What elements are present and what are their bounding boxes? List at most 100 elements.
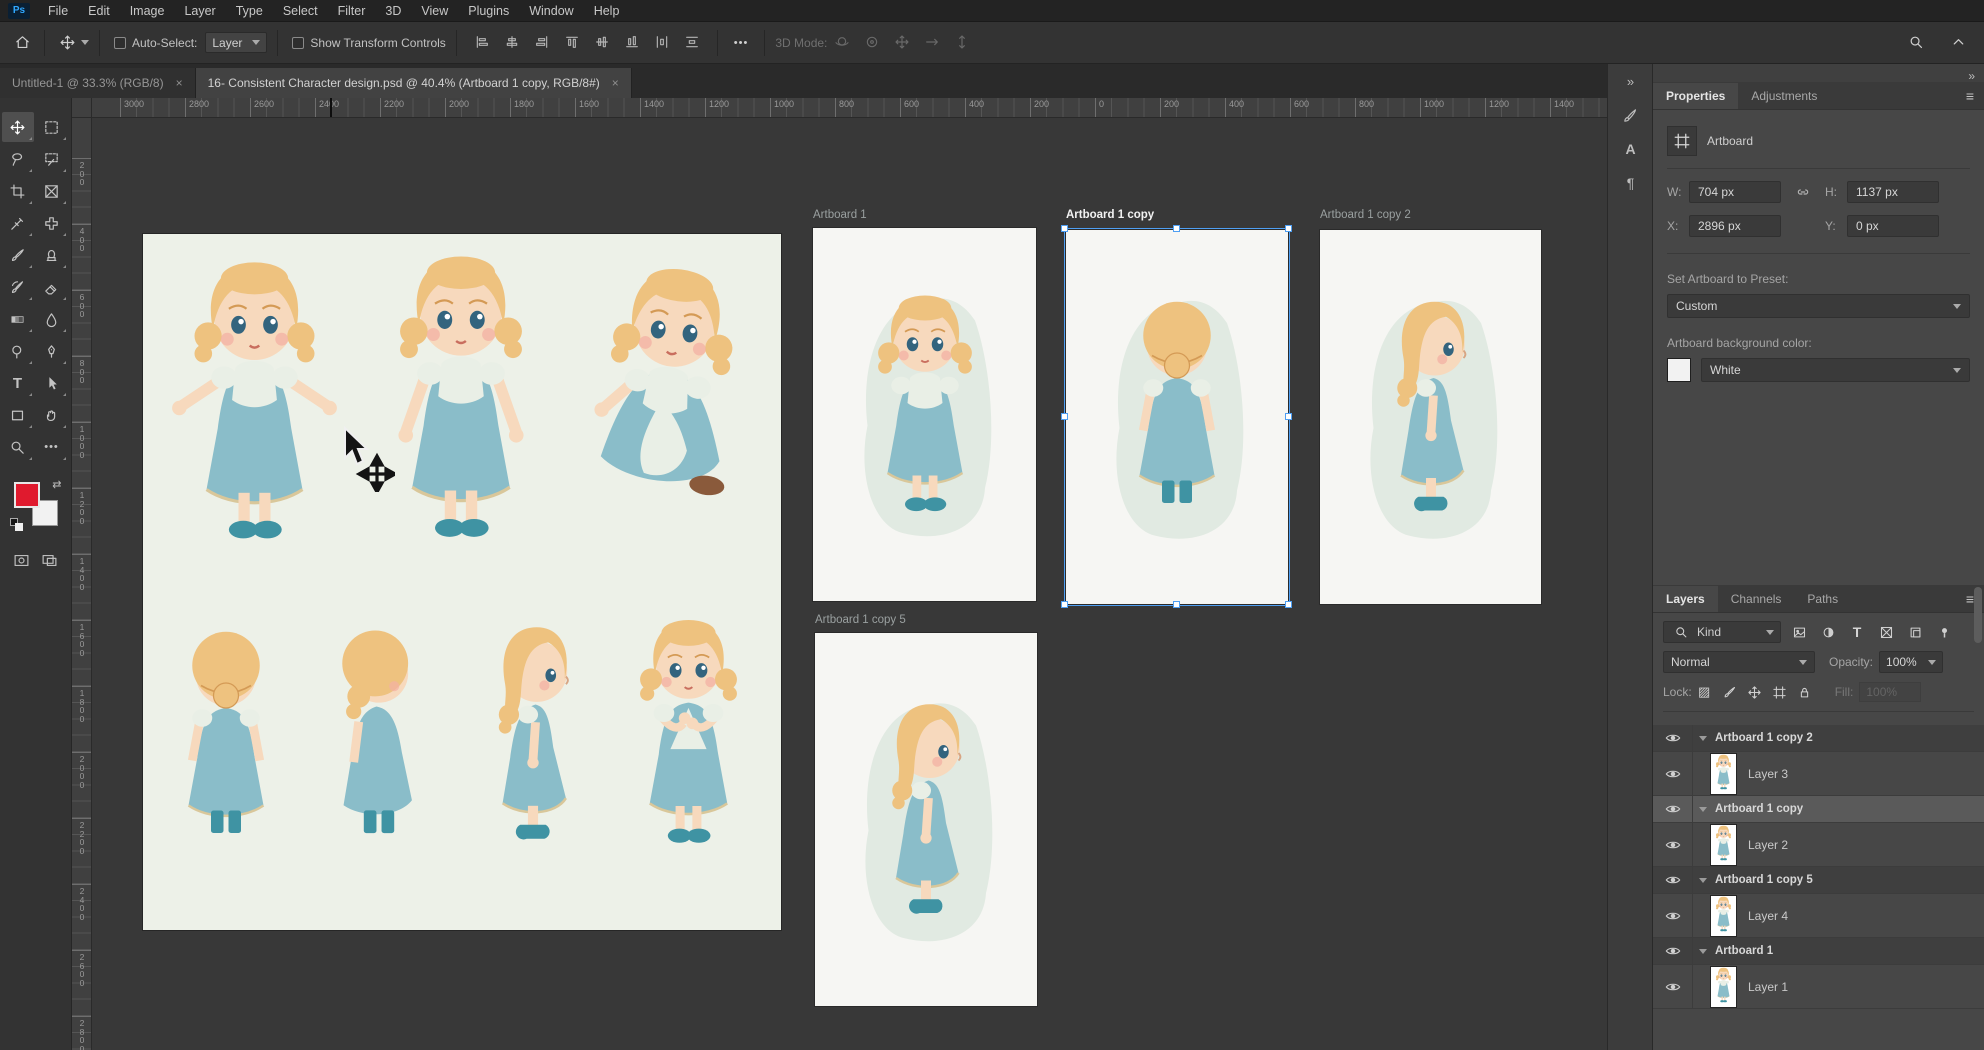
panel-menu-icon[interactable]: ≡ (1966, 88, 1974, 104)
menu-view[interactable]: View (411, 4, 458, 18)
lock-paint-icon[interactable] (1717, 681, 1742, 703)
paragraph-panel-icon[interactable]: ¶ (1608, 166, 1653, 200)
pen-tool[interactable] (36, 336, 68, 366)
swap-colors-icon[interactable]: ⇄ (52, 478, 61, 491)
artboard-group-row[interactable]: Artboard 1 copy (1653, 796, 1984, 823)
chevron-down-icon[interactable] (1699, 736, 1707, 741)
menu-filter[interactable]: Filter (328, 4, 376, 18)
filter-type-layers-icon[interactable]: T (1846, 621, 1868, 643)
history-brush-tool[interactable] (2, 272, 34, 302)
close-tab-icon[interactable]: × (176, 76, 183, 90)
crop-tool[interactable] (2, 176, 34, 206)
healing-brush-tool[interactable] (36, 208, 68, 238)
character-panel-icon[interactable]: A (1608, 132, 1653, 166)
chevron-down-icon[interactable] (1699, 807, 1707, 812)
chevron-down-icon[interactable] (1699, 949, 1707, 954)
gradient-tool[interactable] (2, 304, 34, 334)
artboard-name-label[interactable]: Artboard 1 copy 5 (815, 614, 906, 626)
chevron-up-icon[interactable] (1946, 31, 1970, 55)
screen-mode-icon[interactable] (41, 552, 58, 569)
artboard-name-label[interactable]: Artboard 1 copy 2 (1320, 209, 1411, 221)
distribute-v-icon[interactable] (679, 30, 705, 54)
menu-3d[interactable]: 3D (375, 4, 411, 18)
lock-artboard-icon[interactable] (1767, 681, 1792, 703)
align-right-icon[interactable] (529, 30, 555, 54)
artboard-bg-swatch[interactable] (1667, 358, 1691, 382)
visibility-eye-icon[interactable] (1653, 725, 1693, 751)
opacity-field[interactable]: 100% (1879, 651, 1943, 673)
layer-name[interactable]: Layer 2 (1748, 838, 1788, 852)
artboard[interactable] (813, 228, 1036, 601)
align-middle-icon[interactable] (589, 30, 615, 54)
panel-menu-icon[interactable]: ≡ (1966, 591, 1974, 607)
properties-tab-adjustments[interactable]: Adjustments (1738, 83, 1830, 109)
show-transform-checkbox[interactable] (292, 37, 304, 49)
x-field[interactable]: 2896 px (1689, 215, 1781, 237)
lock-all-icon[interactable] (1792, 681, 1817, 703)
align-bottom-icon[interactable] (619, 30, 645, 54)
artboard-group-row[interactable]: Artboard 1 copy 5 (1653, 867, 1984, 894)
reference-image[interactable] (143, 234, 781, 930)
menu-type[interactable]: Type (226, 4, 273, 18)
visibility-eye-icon[interactable] (1653, 796, 1693, 822)
brush-tool[interactable] (2, 240, 34, 270)
lock-transparent-icon[interactable]: ▨ (1692, 681, 1717, 703)
auto-select-checkbox[interactable] (114, 37, 126, 49)
marquee-tool[interactable] (36, 112, 68, 142)
layer-thumbnail[interactable] (1711, 967, 1736, 1007)
layer-row[interactable]: Layer 1 (1653, 965, 1984, 1009)
chevron-down-icon[interactable] (1699, 878, 1707, 883)
height-field[interactable]: 1137 px (1847, 181, 1939, 203)
artboard[interactable] (1320, 230, 1541, 604)
move-tool-preset-icon[interactable] (55, 31, 79, 55)
zoom-tool[interactable] (2, 432, 34, 462)
layer-thumbnail[interactable] (1711, 896, 1736, 936)
brushes-panel-icon[interactable] (1608, 98, 1653, 132)
layers-tab-channels[interactable]: Channels (1718, 586, 1795, 612)
artboard-name-label[interactable]: Artboard 1 copy (1066, 209, 1154, 221)
blur-tool[interactable] (36, 304, 68, 334)
layer-row[interactable]: Layer 4 (1653, 894, 1984, 938)
canvas-area[interactable]: 3000280026002400220020001800160014001200… (72, 98, 1607, 1050)
3d-orbit-icon[interactable] (829, 30, 855, 54)
chevron-down-icon[interactable] (81, 40, 89, 45)
frame-tool[interactable] (36, 176, 68, 206)
visibility-eye-icon[interactable] (1653, 965, 1693, 1008)
align-center-h-icon[interactable] (499, 30, 525, 54)
layers-tab-paths[interactable]: Paths (1794, 586, 1851, 612)
preset-dropdown[interactable]: Custom (1667, 294, 1970, 318)
foreground-color-swatch[interactable] (14, 482, 40, 508)
home-icon[interactable] (10, 31, 34, 55)
menu-file[interactable]: File (38, 4, 78, 18)
layers-scrollbar[interactable] (1974, 587, 1982, 643)
default-colors-icon[interactable] (10, 518, 23, 531)
hand-tool[interactable] (36, 400, 68, 430)
properties-tab-properties[interactable]: Properties (1653, 83, 1738, 109)
layer-name[interactable]: Artboard 1 copy 5 (1715, 874, 1813, 886)
artboard-group-row[interactable]: Artboard 1 copy 2 (1653, 725, 1984, 752)
eraser-tool[interactable] (36, 272, 68, 302)
filter-smart-objects-icon[interactable] (1904, 621, 1926, 643)
close-tab-icon[interactable]: × (612, 76, 619, 90)
link-dimensions-icon[interactable] (1781, 184, 1825, 200)
auto-select-target-dropdown[interactable]: Layer (205, 32, 267, 53)
layer-filter-kind-dropdown[interactable]: Kind (1663, 621, 1781, 643)
lasso-tool[interactable] (2, 144, 34, 174)
visibility-eye-icon[interactable] (1653, 894, 1693, 937)
artboard[interactable] (1066, 230, 1288, 604)
align-top-icon[interactable] (559, 30, 585, 54)
menu-window[interactable]: Window (519, 4, 583, 18)
visibility-eye-icon[interactable] (1653, 823, 1693, 866)
collapse-panels-icon[interactable]: » (1608, 64, 1653, 98)
menu-edit[interactable]: Edit (78, 4, 120, 18)
more-options-button[interactable]: ••• (734, 37, 749, 49)
menu-select[interactable]: Select (273, 4, 328, 18)
move-tool[interactable] (2, 112, 34, 142)
layer-name[interactable]: Artboard 1 copy (1715, 803, 1803, 815)
artboard-name-label[interactable]: Artboard 1 (813, 209, 867, 221)
artboard-group-row[interactable]: Artboard 1 (1653, 938, 1984, 965)
visibility-eye-icon[interactable] (1653, 867, 1693, 893)
filter-shape-layers-icon[interactable] (1875, 621, 1897, 643)
3d-roll-icon[interactable] (859, 30, 885, 54)
filter-toggle-icon[interactable] (1933, 621, 1955, 643)
